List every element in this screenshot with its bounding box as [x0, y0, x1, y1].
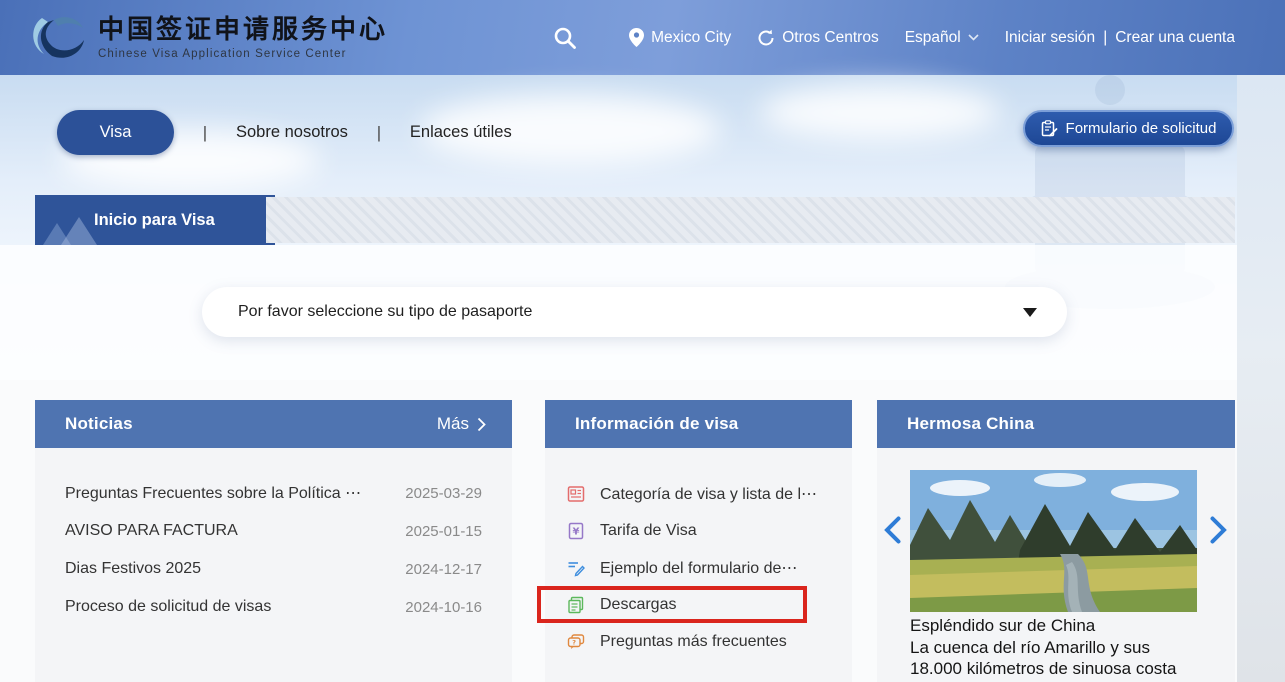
- karst-river-landscape-photo[interactable]: [910, 470, 1197, 612]
- tab-about[interactable]: Sobre nosotros: [236, 123, 348, 142]
- location-selector[interactable]: Mexico City: [629, 28, 731, 47]
- language-selector[interactable]: Español: [905, 29, 979, 47]
- passport-type-dropdown[interactable]: Por favor seleccione su tipo de pasaport…: [202, 287, 1067, 337]
- application-form-button[interactable]: Formulario de solicitud: [1023, 110, 1234, 147]
- carousel-prev-button chevron-left-icon[interactable]: [884, 516, 901, 544]
- login-label: Iniciar sesión: [1005, 29, 1095, 47]
- svg-text:?: ?: [572, 638, 576, 646]
- visa-info-panel-header: Información de visa: [545, 400, 852, 448]
- logo-title-zh: 中国签证申请服务中心: [98, 15, 388, 45]
- carousel-caption[interactable]: Espléndido sur de China La cuenca del rí…: [910, 615, 1210, 680]
- visa-info-panel-title: Información de visa: [575, 414, 738, 434]
- news-title: Dias Festivos 2025: [65, 560, 201, 578]
- register-link[interactable]: Crear una cuenta: [1115, 29, 1235, 47]
- visa-info-link-form-example[interactable]: Ejemplo del formulario de⋯: [545, 549, 852, 586]
- news-date: 2025-03-29: [405, 485, 482, 502]
- visa-info-label: Tarifa de Visa: [600, 522, 697, 540]
- main-tabs: Visa | Sobre nosotros | Enlaces útiles: [57, 110, 512, 155]
- visa-info-link-categories[interactable]: Categoría de visa y lista de l⋯: [545, 475, 852, 512]
- visa-info-link-faq[interactable]: ? Preguntas más frecuentes: [545, 623, 852, 660]
- tab-visa[interactable]: Visa: [57, 110, 174, 155]
- news-date: 2024-12-17: [405, 561, 482, 578]
- visa-info-panel-body: Categoría de visa y lista de l⋯ ¥ Tarifa…: [545, 448, 852, 682]
- visa-info-link-fee[interactable]: ¥ Tarifa de Visa: [545, 512, 852, 549]
- visa-home-tab[interactable]: Inicio para Visa: [35, 195, 275, 245]
- visa-center-homepage: 中国签证申请服务中心 Chinese Visa Application Serv…: [0, 0, 1285, 682]
- news-more-label: Más: [437, 414, 469, 434]
- faq-chat-icon: ?: [567, 633, 585, 651]
- svg-text:¥: ¥: [573, 526, 580, 537]
- news-row[interactable]: AVISO PARA FACTURA 2025-01-15: [35, 512, 512, 550]
- caption-title: Espléndido sur de China: [910, 615, 1210, 637]
- logo-text: 中国签证申请服务中心 Chinese Visa Application Serv…: [98, 15, 388, 60]
- tab-visa-label: Visa: [100, 123, 132, 142]
- news-panel-header: Noticias Más: [35, 400, 512, 448]
- swoosh-logo-icon: [28, 10, 90, 64]
- refresh-icon: [757, 29, 775, 47]
- news-title: Preguntas Frecuentes sobre la Política ⋯: [65, 483, 361, 503]
- pattern-strip: [266, 197, 1235, 243]
- id-card-icon: [567, 485, 585, 503]
- news-title: Proceso de solicitud de visas: [65, 598, 271, 616]
- news-title: AVISO PARA FACTURA: [65, 522, 238, 540]
- visa-info-list: Categoría de visa y lista de l⋯ ¥ Tarifa…: [545, 448, 852, 660]
- passport-type-placeholder: Por favor seleccione su tipo de pasaport…: [238, 303, 1023, 321]
- chevron-right-icon: [477, 417, 486, 432]
- login-link[interactable]: Iniciar sesión: [1005, 29, 1095, 47]
- yen-document-icon: ¥: [567, 522, 585, 540]
- top-header: 中国签证申请服务中心 Chinese Visa Application Serv…: [0, 0, 1285, 75]
- news-date: 2025-01-15: [405, 523, 482, 540]
- news-list: Preguntas Frecuentes sobre la Política ⋯…: [35, 448, 512, 626]
- visa-home-tab-label: Inicio para Visa: [94, 211, 215, 230]
- downloads-documents-icon: [567, 596, 585, 614]
- right-background-strip: [1237, 75, 1285, 682]
- login-divider: |: [1103, 29, 1107, 47]
- language-label: Español: [905, 29, 961, 47]
- caption-line: La cuenca del río Amarillo y sus: [910, 637, 1210, 659]
- search-icon: [553, 26, 577, 50]
- tab-separator: |: [174, 123, 236, 143]
- form-clipboard-icon: [1041, 120, 1058, 137]
- header-nav: Mexico City Otros Centros Español Inicia…: [553, 0, 1285, 75]
- news-panel-title: Noticias: [65, 414, 133, 434]
- other-centers-link[interactable]: Otros Centros: [757, 29, 878, 47]
- visa-info-link-downloads[interactable]: Descargas: [545, 586, 852, 623]
- logo-subtitle-en: Chinese Visa Application Service Center: [98, 48, 388, 60]
- application-form-label: Formulario de solicitud: [1066, 120, 1217, 137]
- news-row[interactable]: Preguntas Frecuentes sobre la Política ⋯…: [35, 474, 512, 512]
- caption-line: 18.000 kilómetros de sinuosa costa: [910, 658, 1210, 680]
- register-label: Crear una cuenta: [1115, 29, 1235, 47]
- visa-info-label: Preguntas más frecuentes: [600, 633, 787, 651]
- news-more-link[interactable]: Más: [437, 414, 486, 434]
- beautiful-china-panel-header: Hermosa China: [877, 400, 1235, 448]
- chevron-down-icon: [968, 34, 979, 41]
- caret-down-icon: [1023, 308, 1037, 317]
- location-pin-icon: [629, 28, 644, 47]
- beautiful-china-panel-title: Hermosa China: [907, 414, 1034, 434]
- visa-info-label: Descargas: [600, 596, 676, 614]
- news-panel-body: Preguntas Frecuentes sobre la Política ⋯…: [35, 448, 512, 682]
- tab-separator: |: [348, 123, 410, 143]
- visa-info-label: Categoría de visa y lista de l⋯: [600, 484, 817, 504]
- news-date: 2024-10-16: [405, 599, 482, 616]
- search-button[interactable]: [553, 26, 577, 50]
- form-pen-icon: [567, 559, 585, 577]
- visa-info-label: Ejemplo del formulario de⋯: [600, 558, 797, 578]
- news-row[interactable]: Proceso de solicitud de visas 2024-10-16: [35, 588, 512, 626]
- other-centers-label: Otros Centros: [782, 29, 878, 47]
- location-label: Mexico City: [651, 29, 731, 47]
- site-logo[interactable]: 中国签证申请服务中心 Chinese Visa Application Serv…: [28, 10, 388, 64]
- news-row[interactable]: Dias Festivos 2025 2024-12-17: [35, 550, 512, 588]
- carousel-next-button chevron-right-icon[interactable]: [1210, 516, 1227, 544]
- tab-useful-links[interactable]: Enlaces útiles: [410, 123, 512, 142]
